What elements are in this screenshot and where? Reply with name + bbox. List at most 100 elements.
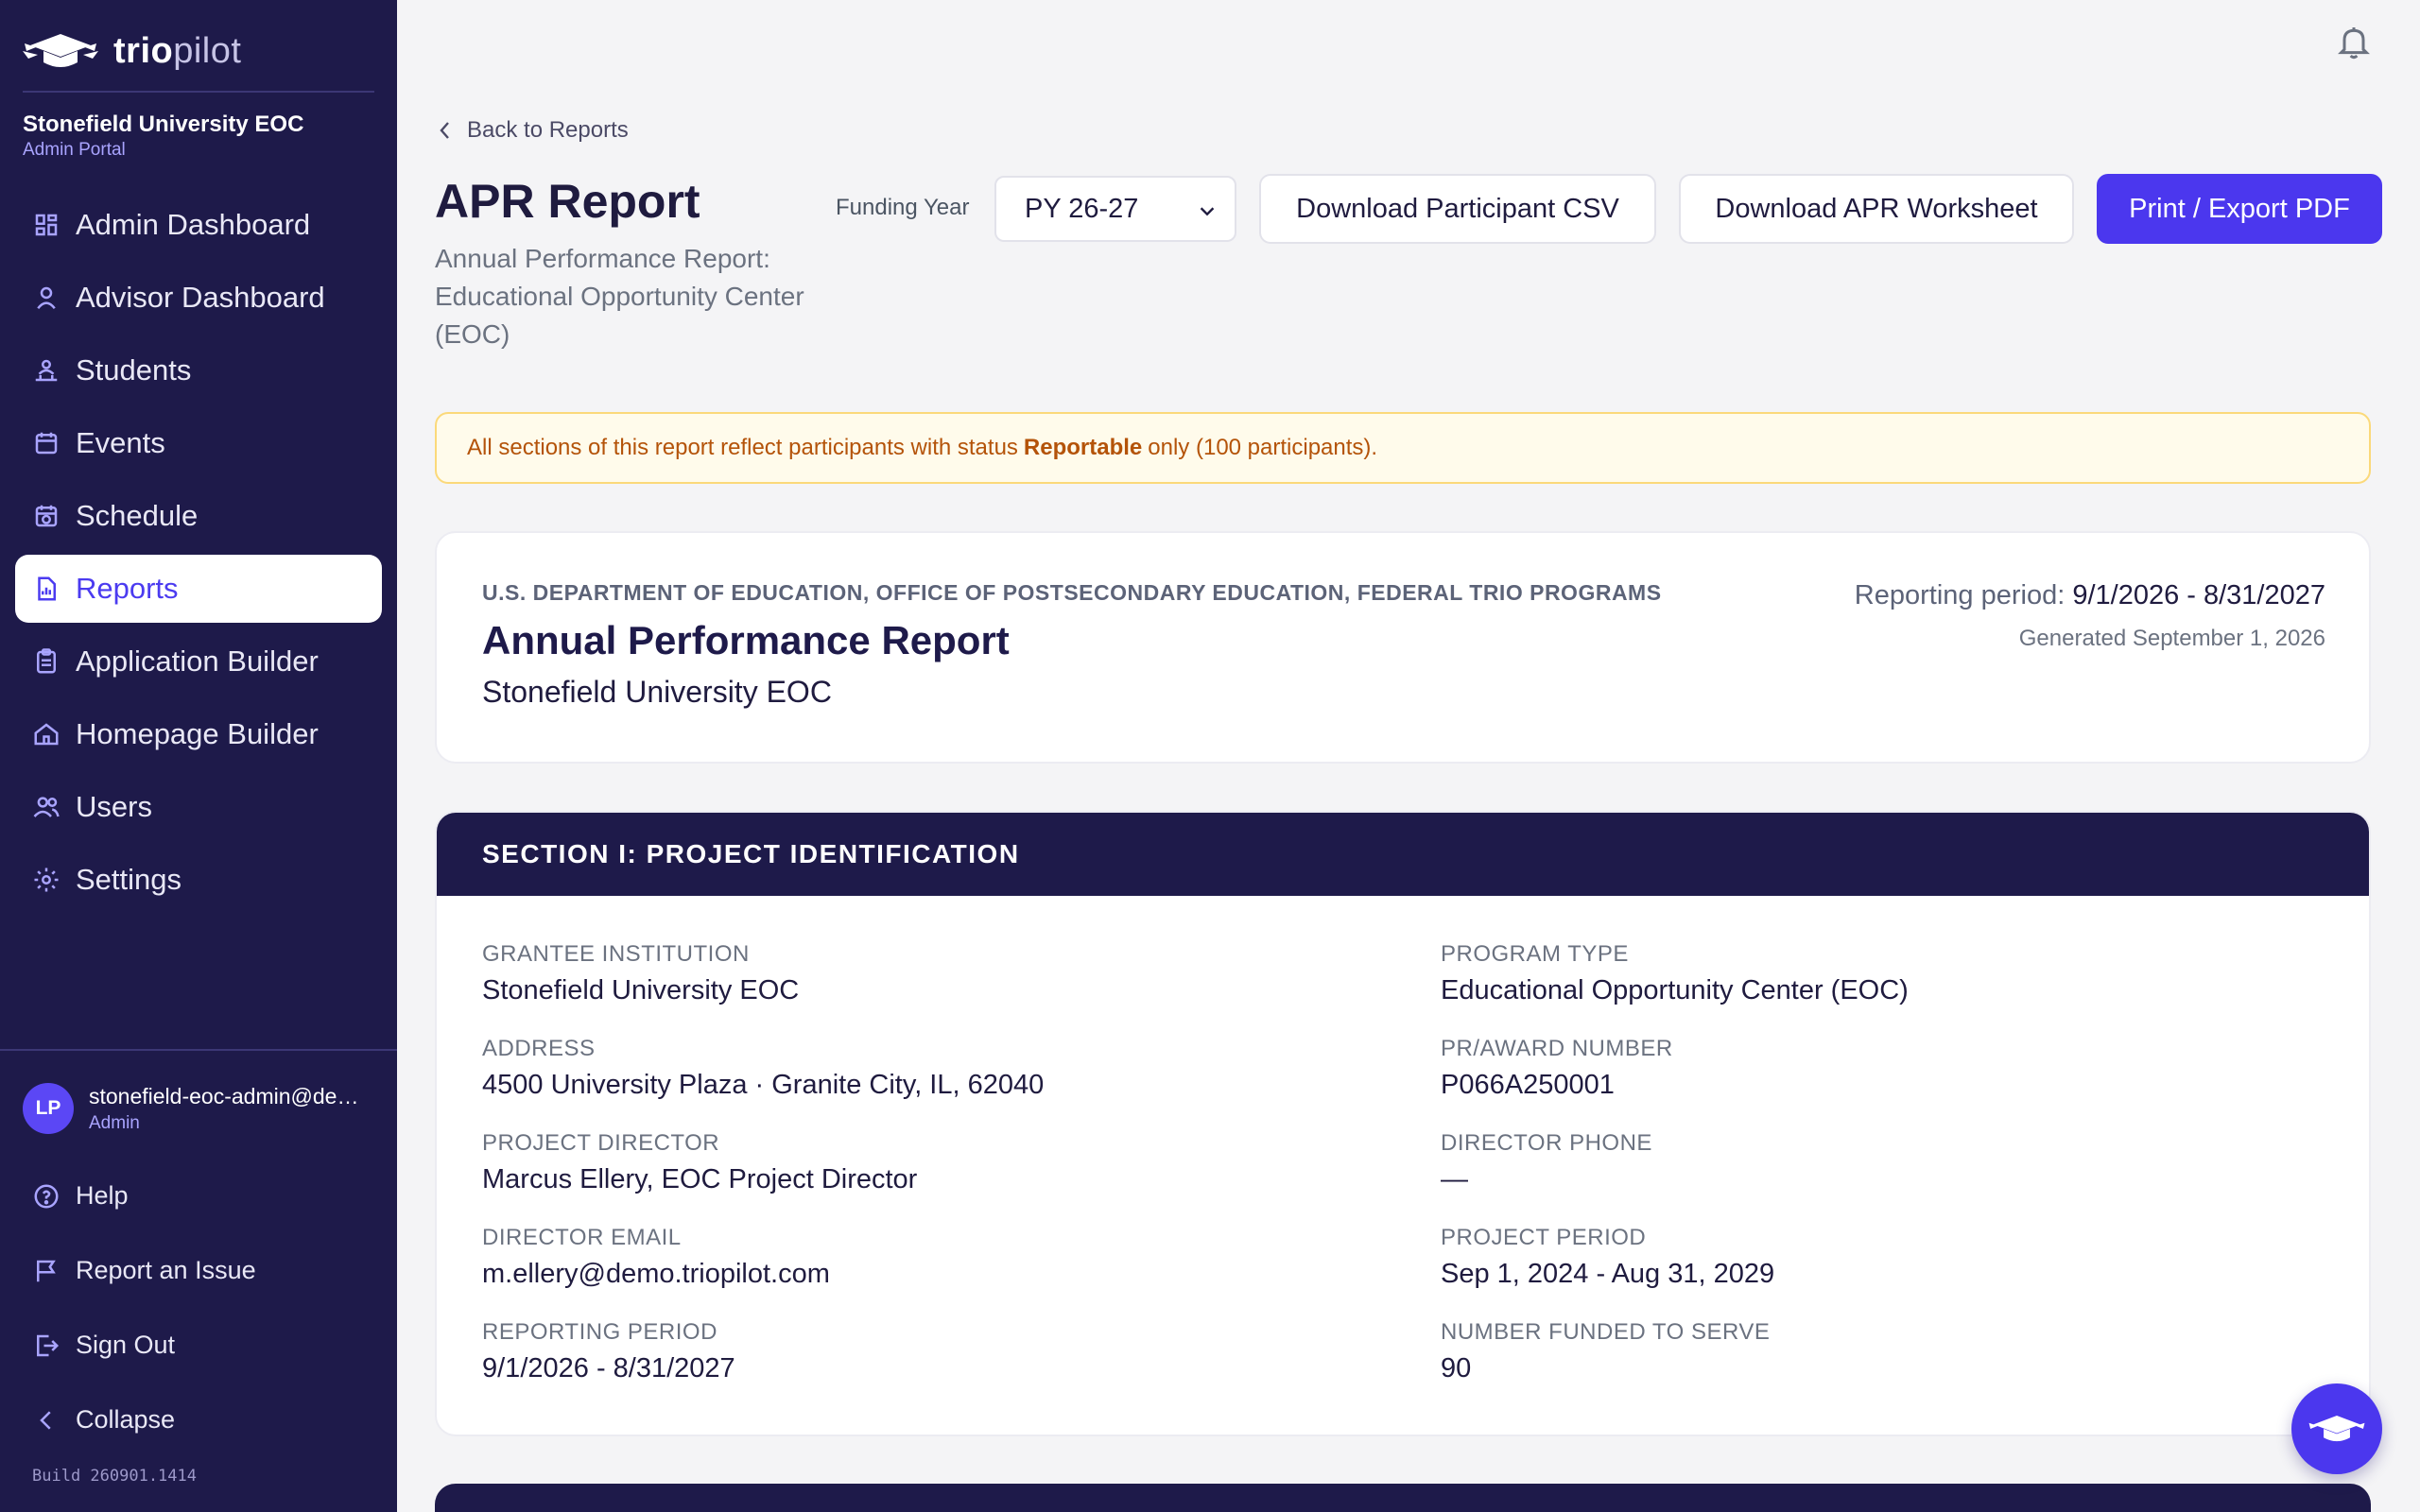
notice-prefix: All sections of this report reflect part… <box>467 435 1018 460</box>
notice-suffix: only (100 participants). <box>1148 435 1378 460</box>
report-issue-link[interactable]: Report an Issue <box>15 1233 382 1308</box>
field-reporting-period: REPORTING PERIOD 9/1/2026 - 8/31/2027 <box>482 1319 735 1384</box>
sidebar-item-application-builder[interactable]: Application Builder <box>15 627 382 696</box>
funding-year-select[interactable]: PY 26-27 <box>994 176 1236 242</box>
field-label: PROJECT PERIOD <box>1441 1225 1647 1250</box>
sidebar-item-schedule[interactable]: Schedule <box>15 482 382 550</box>
section-project-identification: SECTION I: PROJECT IDENTIFICATION GRANTE… <box>435 811 2371 1436</box>
print-export-pdf-button[interactable]: Print / Export PDF <box>2097 174 2382 244</box>
sidebar-footer: Help Report an Issue Sign Out Collapse <box>15 1159 382 1457</box>
chevron-left-icon <box>40 1410 51 1430</box>
page-title: APR Report <box>435 175 700 228</box>
brand-name: triopilot <box>113 30 242 71</box>
report-header-card: U.S. DEPARTMENT OF EDUCATION, OFFICE OF … <box>435 531 2371 764</box>
field-value: 9/1/2026 - 8/31/2027 <box>482 1353 735 1383</box>
field-value: m.ellery@demo.triopilot.com <box>482 1259 830 1289</box>
notice-status: Reportable <box>1023 435 1143 460</box>
agency-line: U.S. DEPARTMENT OF EDUCATION, OFFICE OF … <box>482 580 1662 605</box>
report-issue-label: Report an Issue <box>76 1256 256 1284</box>
download-apr-worksheet-button[interactable]: Download APR Worksheet <box>1679 174 2074 244</box>
report-org: Stonefield University EOC <box>482 675 832 709</box>
sidebar-item-homepage-builder[interactable]: Homepage Builder <box>15 700 382 768</box>
field-project-period: PROJECT PERIOD Sep 1, 2024 - Aug 31, 202… <box>1441 1225 1774 1290</box>
field-label: REPORTING PERIOD <box>482 1319 717 1345</box>
dashboard-icon <box>35 214 58 236</box>
report-icon <box>38 576 56 601</box>
user-profile[interactable]: LP stonefield-eoc-admin@demo.triopilot.c… <box>23 1083 372 1134</box>
user-icon <box>37 286 56 310</box>
graduation-cap-icon <box>2308 1416 2365 1442</box>
schedule-icon <box>35 505 58 527</box>
sidebar-item-users[interactable]: Users <box>15 773 382 841</box>
period-label: Reporting period: <box>1854 580 2066 610</box>
funding-year-label: Funding Year <box>836 195 970 220</box>
field-label: NUMBER FUNDED TO SERVE <box>1441 1319 1771 1345</box>
avatar: LP <box>23 1083 74 1134</box>
user-role: Admin <box>89 1112 140 1133</box>
field-value: Stonefield University EOC <box>482 975 800 1005</box>
sidebar-item-students[interactable]: Students <box>15 336 382 404</box>
brand-logo[interactable]: triopilot <box>23 26 241 76</box>
back-label: Back to Reports <box>467 117 629 143</box>
field-value: — <box>1441 1164 1468 1194</box>
user-email: stonefield-eoc-admin@demo.triopilot.com <box>89 1083 372 1108</box>
org-name: Stonefield University EOC <box>23 112 304 137</box>
field-program-type: PROGRAM TYPE Educational Opportunity Cen… <box>1441 941 1909 1006</box>
sidebar-item-label: Students <box>76 353 192 387</box>
sidebar-item-settings[interactable]: Settings <box>15 846 382 914</box>
users-icon <box>33 797 60 817</box>
help-label: Help <box>76 1181 129 1210</box>
chevron-left-icon <box>440 122 449 139</box>
field-label: DIRECTOR EMAIL <box>482 1225 682 1250</box>
field-number-funded: NUMBER FUNDED TO SERVE 90 <box>1441 1319 1770 1384</box>
field-director-phone: DIRECTOR PHONE — <box>1441 1130 1652 1195</box>
generated-date: Generated September 1, 2026 <box>2018 626 2325 651</box>
sidebar-item-label: Events <box>76 426 165 459</box>
help-icon <box>34 1184 59 1208</box>
graduation-cap-logo-icon <box>23 34 98 67</box>
sign-out-link[interactable]: Sign Out <box>15 1308 382 1383</box>
field-label: DIRECTOR PHONE <box>1441 1130 1652 1156</box>
sidebar-item-admin-dashboard[interactable]: Admin Dashboard <box>15 191 382 259</box>
sidebar-item-events[interactable]: Events <box>15 409 382 477</box>
assistant-fab-button[interactable] <box>2291 1383 2382 1474</box>
help-link[interactable]: Help <box>15 1159 382 1233</box>
sidebar: triopilot Stonefield University EOC Admi… <box>0 0 397 1512</box>
gear-icon <box>34 868 59 892</box>
divider <box>23 91 374 93</box>
flag-icon <box>37 1260 56 1281</box>
sidebar-item-reports[interactable]: Reports <box>15 555 382 623</box>
download-participant-csv-button[interactable]: Download Participant CSV <box>1259 174 1656 244</box>
sidebar-nav: Admin Dashboard Advisor Dashboard Studen… <box>15 191 382 919</box>
sidebar-item-label: Reports <box>76 572 179 605</box>
field-value: P066A250001 <box>1441 1070 1615 1100</box>
field-value: Marcus Ellery, EOC Project Director <box>482 1164 918 1194</box>
field-grantee-institution: GRANTEE INSTITUTION Stonefield Universit… <box>482 941 799 1006</box>
field-value: 4500 University Plaza · Granite City, IL… <box>482 1070 1045 1100</box>
field-label: GRANTEE INSTITUTION <box>482 941 750 967</box>
field-label: PROGRAM TYPE <box>1441 941 1629 967</box>
portal-label: Admin Portal <box>23 140 126 160</box>
sidebar-item-label: Advisor Dashboard <box>76 281 325 314</box>
sidebar-item-label: Admin Dashboard <box>76 208 311 241</box>
chevron-down-icon <box>1200 207 1215 216</box>
notification-bell-icon[interactable] <box>2335 23 2373 60</box>
sign-out-label: Sign Out <box>76 1331 176 1359</box>
reporting-period: Reporting period: 9/1/2026 - 8/31/2027 <box>1855 580 2325 611</box>
sidebar-item-label: Schedule <box>76 499 199 532</box>
sidebar-item-advisor-dashboard[interactable]: Advisor Dashboard <box>15 264 382 332</box>
build-version: Build 260901.1414 <box>32 1467 197 1486</box>
funding-year-value: PY 26-27 <box>1025 193 1139 224</box>
field-value: 90 <box>1441 1353 1472 1383</box>
reportable-notice-banner: All sections of this report reflect part… <box>435 412 2371 484</box>
collapse-button[interactable]: Collapse <box>15 1383 382 1457</box>
field-award-number: PR/AWARD NUMBER P066A250001 <box>1441 1036 1673 1101</box>
divider <box>0 1049 397 1051</box>
field-address: ADDRESS 4500 University Plaza · Granite … <box>482 1036 1044 1101</box>
report-title: Annual Performance Report <box>482 618 1010 662</box>
sidebar-item-label: Users <box>76 790 152 823</box>
back-to-reports-link[interactable]: Back to Reports <box>437 117 629 144</box>
calendar-icon <box>35 432 58 455</box>
next-section-header <box>435 1484 2371 1512</box>
students-icon <box>35 359 58 382</box>
